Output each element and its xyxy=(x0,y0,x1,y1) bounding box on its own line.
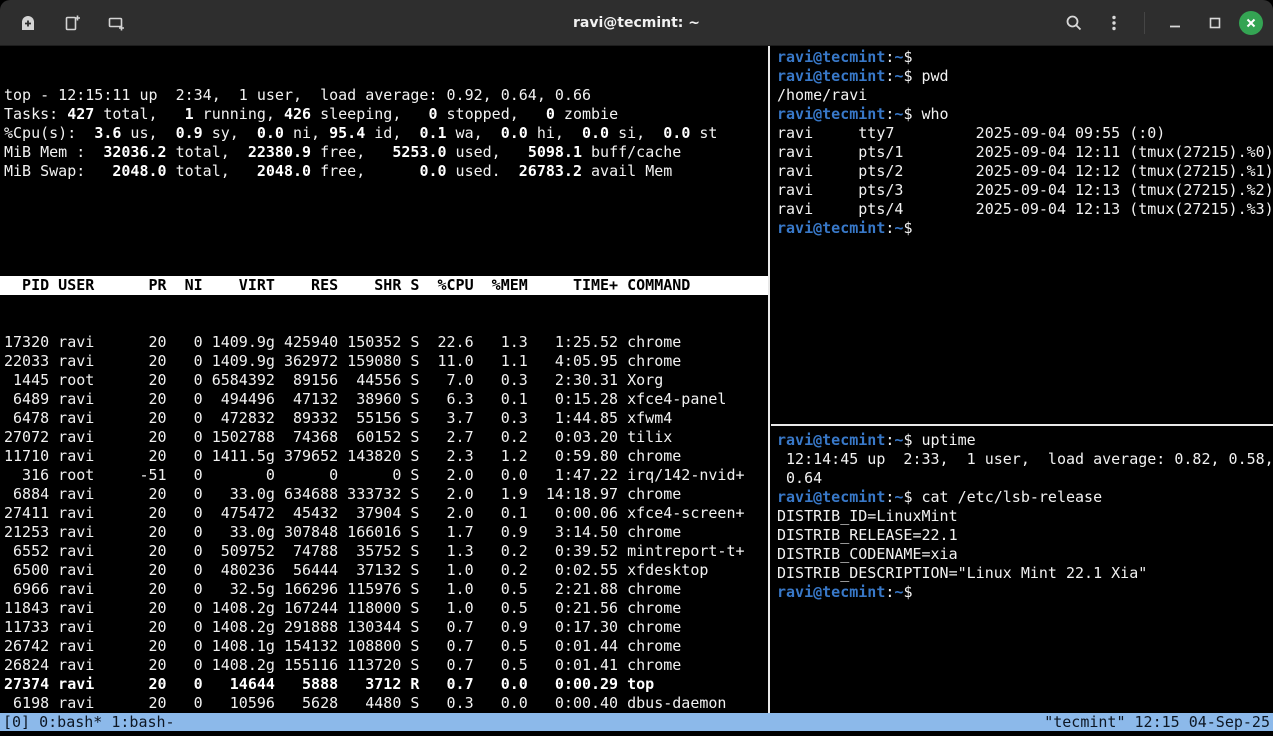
terminal-window: ravi@tecmint: ~ xyxy=(0,0,1273,736)
process-table-header: PID USER PR NI VIRT RES SHR S %CPU %MEM … xyxy=(0,276,768,295)
maximize-icon xyxy=(1207,15,1223,31)
new-session-icon xyxy=(18,13,38,33)
shell-pane-bottom-right[interactable]: ravi@tecmint:~$ uptime 12:14:45 up 2:33,… xyxy=(771,427,1273,713)
top-summary-line: %Cpu(s): 3.6 us, 0.9 sy, 0.0 ni, 95.4 id… xyxy=(4,124,768,143)
tmux-status-bar: [0] 0:bash* 1:bash- "tecmint" 12:15 04-S… xyxy=(0,713,1273,731)
terminal-line: DISTRIB_ID=LinuxMint xyxy=(777,507,1273,526)
terminal-line: ravi pts/3 2025-09-04 12:13 (tmux(27215)… xyxy=(777,181,1273,200)
process-row: 6884 ravi 20 0 33.0g 634688 333732 S 2.0… xyxy=(4,485,768,504)
terminal-line: 0.64 xyxy=(777,469,1273,488)
top-summary-line: top - 12:15:11 up 2:34, 1 user, load ave… xyxy=(4,86,768,105)
top-summary-line: Tasks: 427 total, 1 running, 426 sleepin… xyxy=(4,105,768,124)
titlebar-right-buttons xyxy=(1058,7,1273,39)
process-row: 26742 ravi 20 0 1408.1g 154132 108800 S … xyxy=(4,637,768,656)
tmux-window-list[interactable]: [0] 0:bash* 1:bash- xyxy=(3,713,175,731)
top-summary-line: MiB Mem : 32036.2 total, 22380.9 free, 5… xyxy=(4,143,768,162)
process-row: 6552 ravi 20 0 509752 74788 35752 S 1.3 … xyxy=(4,542,768,561)
close-icon xyxy=(1245,17,1257,29)
terminal-line: ravi tty7 2025-09-04 09:55 (:0) xyxy=(777,124,1273,143)
top-summary: top - 12:15:11 up 2:34, 1 user, load ave… xyxy=(4,86,768,181)
terminal-line: ravi@tecmint:~$ pwd xyxy=(777,67,1273,86)
process-row: 6489 ravi 20 0 494496 47132 38960 S 6.3 … xyxy=(4,390,768,409)
terminal-line: 12:14:45 up 2:33, 1 user, load average: … xyxy=(777,450,1273,469)
process-row: 11710 ravi 20 0 1411.5g 379652 143820 S … xyxy=(4,447,768,466)
terminal-line: DISTRIB_RELEASE=22.1 xyxy=(777,526,1273,545)
add-terminal-right-button[interactable] xyxy=(56,7,88,39)
tmux-status-right: "tecmint" 12:15 04-Sep-25 xyxy=(1044,713,1270,731)
pane-divider-vertical[interactable] xyxy=(768,46,770,713)
maximize-button[interactable] xyxy=(1199,7,1231,39)
terminal-line: ravi pts/2 2025-09-04 12:12 (tmux(27215)… xyxy=(777,162,1273,181)
process-row: 17320 ravi 20 0 1409.9g 425940 150352 S … xyxy=(4,333,768,352)
shell-pane-top-right[interactable]: ravi@tecmint:~$ravi@tecmint:~$ pwd/home/… xyxy=(771,46,1273,424)
new-session-button[interactable] xyxy=(12,7,44,39)
kebab-menu-icon xyxy=(1105,14,1123,32)
terminal-line: ravi pts/1 2025-09-04 12:11 (tmux(27215)… xyxy=(777,143,1273,162)
add-terminal-down-button[interactable] xyxy=(100,7,132,39)
process-row: 21253 ravi 20 0 33.0g 307848 166016 S 1.… xyxy=(4,523,768,542)
top-summary-line: MiB Swap: 2048.0 total, 2048.0 free, 0.0… xyxy=(4,162,768,181)
process-row: 27411 ravi 20 0 475472 45432 37904 S 2.0… xyxy=(4,504,768,523)
process-row: 11733 ravi 20 0 1408.2g 291888 130344 S … xyxy=(4,618,768,637)
process-row: 6478 ravi 20 0 472832 89332 55156 S 3.7 … xyxy=(4,409,768,428)
top-command-pane[interactable]: top - 12:15:11 up 2:34, 1 user, load ave… xyxy=(0,46,768,713)
terminal-line: ravi@tecmint:~$ xyxy=(777,219,1273,238)
search-icon xyxy=(1065,14,1083,32)
terminal-line: ravi@tecmint:~$ who xyxy=(777,105,1273,124)
terminal-line: DISTRIB_DESCRIPTION="Linux Mint 22.1 Xia… xyxy=(777,564,1273,583)
close-button[interactable] xyxy=(1239,11,1263,35)
process-row: 316 root -51 0 0 0 0 S 2.0 0.0 1:47.22 i… xyxy=(4,466,768,485)
titlebar-separator xyxy=(1144,12,1145,34)
tmux-session-area: top - 12:15:11 up 2:34, 1 user, load ave… xyxy=(0,46,1273,736)
terminal-line: /home/ravi xyxy=(777,86,1273,105)
search-button[interactable] xyxy=(1058,7,1090,39)
process-row: 27374 ravi 20 0 14644 5888 3712 R 0.7 0.… xyxy=(4,675,768,694)
titlebar: ravi@tecmint: ~ xyxy=(0,0,1273,46)
blank-line xyxy=(4,219,768,238)
process-row: 1445 root 20 0 6584392 89156 44556 S 7.0… xyxy=(4,371,768,390)
process-row: 26824 ravi 20 0 1408.2g 155116 113720 S … xyxy=(4,656,768,675)
menu-button[interactable] xyxy=(1098,7,1130,39)
pane-divider-horizontal[interactable] xyxy=(771,424,1273,426)
process-table: 17320 ravi 20 0 1409.9g 425940 150352 S … xyxy=(4,333,768,713)
process-row: 6966 ravi 20 0 32.5g 166296 115976 S 1.0… xyxy=(4,580,768,599)
titlebar-left-buttons xyxy=(0,7,132,39)
terminal-line: ravi@tecmint:~$ uptime xyxy=(777,431,1273,450)
minimize-button[interactable] xyxy=(1159,7,1191,39)
process-row: 6500 ravi 20 0 480236 56444 37132 S 1.0 … xyxy=(4,561,768,580)
terminal-line: ravi@tecmint:~$ xyxy=(777,583,1273,602)
terminal-line: ravi@tecmint:~$ xyxy=(777,48,1273,67)
add-terminal-right-icon xyxy=(62,13,82,33)
process-row: 22033 ravi 20 0 1409.9g 362972 159080 S … xyxy=(4,352,768,371)
process-row: 11843 ravi 20 0 1408.2g 167244 118000 S … xyxy=(4,599,768,618)
process-row: 27072 ravi 20 0 1502788 74368 60152 S 2.… xyxy=(4,428,768,447)
process-row: 6198 ravi 20 0 10596 5628 4480 S 0.3 0.0… xyxy=(4,694,768,713)
terminal-line: ravi@tecmint:~$ cat /etc/lsb-release xyxy=(777,488,1273,507)
add-terminal-down-icon xyxy=(106,13,126,33)
terminal-line: DISTRIB_CODENAME=xia xyxy=(777,545,1273,564)
minimize-icon xyxy=(1167,15,1183,31)
terminal-line: ravi pts/4 2025-09-04 12:13 (tmux(27215)… xyxy=(777,200,1273,219)
